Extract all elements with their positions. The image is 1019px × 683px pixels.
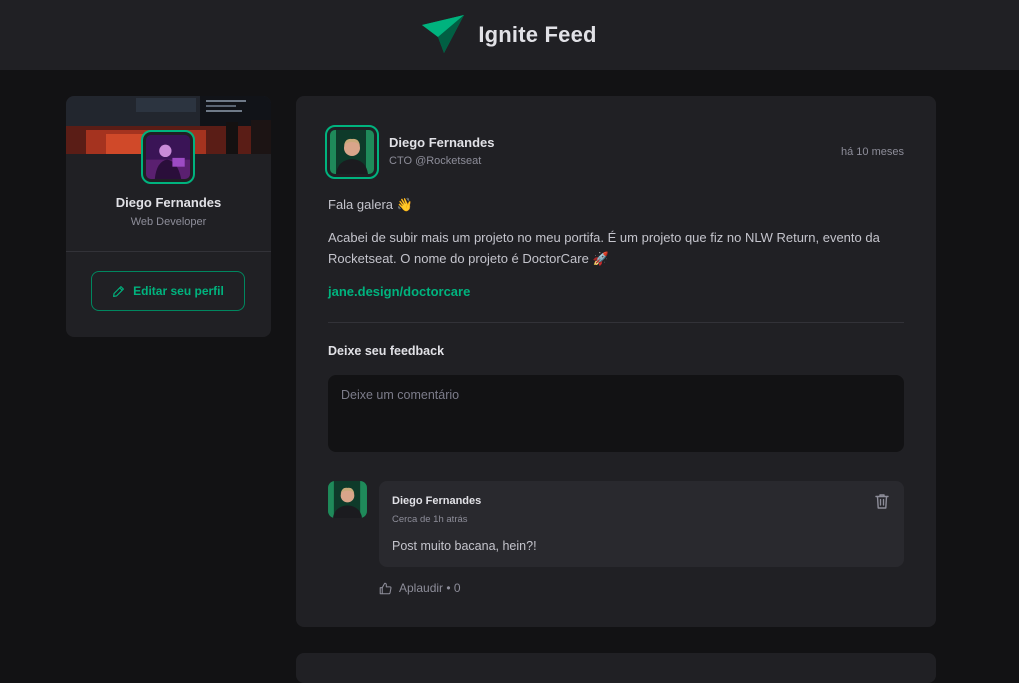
trash-icon [875,494,889,509]
thumbs-up-icon [379,582,392,594]
post-divider [328,322,904,323]
post-author-name[interactable]: Diego Fernandes [389,135,494,150]
post-paragraph: Acabei de subir mais um projeto no meu p… [328,230,880,266]
post-card: Diego Fernandes CTO @Rocketseat há 10 me… [296,96,936,627]
applaud-label: Aplaudir • 0 [399,581,461,595]
edit-profile-button[interactable]: Editar seu perfil [91,271,245,311]
comment-card: Diego Fernandes Cerca de 1h atrás Post m… [379,481,904,567]
comment-text: Post muito bacana, hein?! [392,539,537,553]
post-link[interactable]: jane.design/doctorcare [328,281,470,302]
post-author-role: CTO @Rocketseat [389,155,482,167]
ignite-logo-icon [422,15,465,53]
app-header: Ignite Feed [0,0,1019,70]
comment-timestamp: Cerca de 1h atrás [392,514,468,525]
edit-profile-label: Editar seu perfil [133,284,224,298]
post-timestamp: há 10 meses [841,146,904,158]
profile-sidebar: Diego Fernandes Web Developer Editar seu… [66,96,271,337]
delete-comment-button[interactable] [873,492,891,510]
sidebar-divider [66,251,271,252]
applaud-button[interactable]: Aplaudir • 0 [379,578,461,598]
app-title: Ignite Feed [478,22,597,47]
comment-author-name[interactable]: Diego Fernandes [392,495,481,507]
comment-author-avatar[interactable] [328,481,367,518]
profile-name: Diego Fernandes [115,195,222,210]
post-greeting: Fala galera 👋 [328,197,413,212]
post-author-avatar[interactable] [325,125,379,179]
pencil-icon [113,285,125,297]
profile-role: Web Developer [130,216,207,228]
feedback-title: Deixe seu feedback [328,344,445,358]
profile-avatar[interactable] [141,130,195,184]
next-post-card [296,653,936,683]
comment-input[interactable] [328,375,904,452]
